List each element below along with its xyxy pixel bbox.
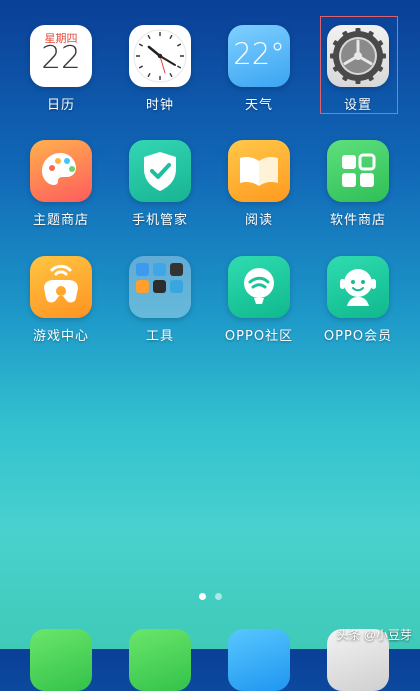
book-icon (228, 140, 290, 202)
contacts-mini-icon (136, 263, 149, 276)
compass-mini-icon (153, 280, 166, 293)
app-weather[interactable]: 22° 天气 (211, 25, 307, 113)
watermark: 头条 @小豆芽 (336, 628, 412, 642)
app-software-store[interactable]: 软件商店 (310, 140, 406, 228)
app-label: 设置 (343, 98, 372, 113)
mascot-icon (327, 256, 389, 318)
dock-browser-icon[interactable] (228, 629, 290, 691)
folder-icon (129, 256, 191, 318)
home-screen: 星期四 22 日历 时钟 22° 天气 设置 主题商店 手机管家 阅读 软件商店… (0, 0, 420, 691)
balloon-icon (228, 256, 290, 318)
app-label: 游戏中心 (32, 329, 89, 344)
app-phone-manager[interactable]: 手机管家 (112, 140, 208, 228)
app-reader[interactable]: 阅读 (211, 140, 307, 228)
page-dot-1[interactable] (198, 593, 206, 600)
app-calendar[interactable]: 星期四 22 日历 (13, 25, 109, 113)
app-clock[interactable]: 时钟 (112, 25, 208, 113)
app-label: 工具 (145, 329, 174, 344)
files-mini-icon (170, 280, 183, 293)
app-label: 阅读 (244, 213, 273, 228)
shield-check-icon (129, 140, 191, 202)
calendar-icon: 星期四 22 (30, 25, 92, 87)
app-label: 主题商店 (32, 213, 89, 228)
app-label: OPPO社区 (224, 329, 294, 344)
weather-icon: 22° (228, 25, 290, 87)
mail-mini-icon (153, 263, 166, 276)
app-grid-icon (327, 140, 389, 202)
clock-icon (129, 25, 191, 87)
calendar-day: 22 (41, 40, 81, 76)
app-label: OPPO会员 (323, 329, 393, 344)
app-folder-tools[interactable]: 工具 (112, 256, 208, 344)
gamepad-icon (30, 256, 92, 318)
app-oppo-member[interactable]: OPPO会员 (310, 256, 406, 344)
gear-icon (327, 25, 389, 87)
app-label: 手机管家 (131, 213, 188, 228)
page-indicator (0, 593, 420, 600)
weather-temperature: 22° (233, 37, 285, 71)
dock-phone-icon[interactable] (30, 629, 92, 691)
app-oppo-community[interactable]: OPPO社区 (211, 256, 307, 344)
recorder-mini-icon (170, 263, 183, 276)
calculator-mini-icon (136, 280, 149, 293)
app-label: 天气 (244, 98, 273, 113)
app-label: 软件商店 (329, 213, 386, 228)
page-dot-2[interactable] (214, 593, 222, 600)
app-theme-store[interactable]: 主题商店 (13, 140, 109, 228)
palette-icon (30, 140, 92, 202)
dock-messages-icon[interactable] (129, 629, 191, 691)
app-label: 时钟 (145, 98, 174, 113)
app-settings[interactable]: 设置 (310, 25, 406, 113)
app-label: 日历 (46, 98, 75, 113)
app-game-center[interactable]: 游戏中心 (13, 256, 109, 344)
